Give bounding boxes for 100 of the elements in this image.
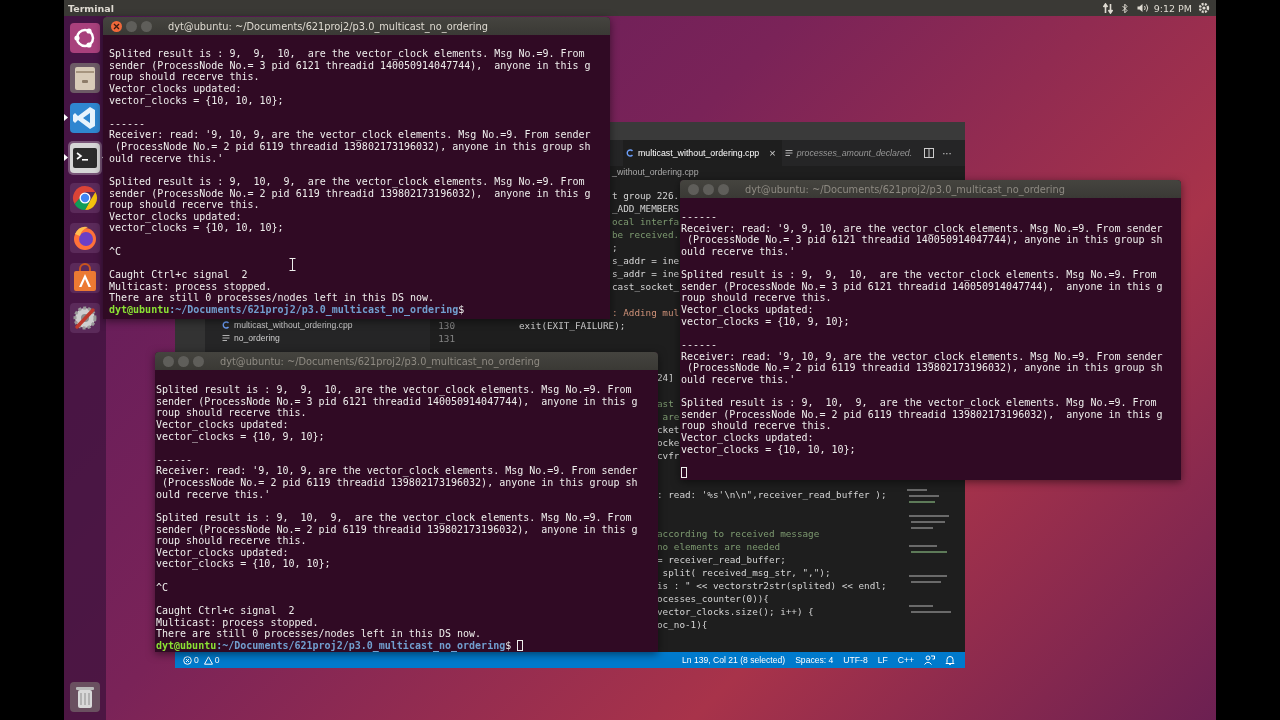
terminal-line: ------ <box>109 117 147 130</box>
terminal-line: ould recerve this.' <box>109 152 225 165</box>
split-editor-icon[interactable] <box>924 148 935 158</box>
terminal-line: ^C <box>156 581 170 594</box>
code-editor-icon <box>69 102 101 134</box>
problems-button[interactable]: 0 0 <box>183 655 220 665</box>
terminal-line: ould recerve this.' <box>681 245 797 258</box>
terminal-line: (ProcessNode No.= 2 pid 6119 threadid 139802173196032), anyone in this group sh <box>161 477 639 489</box>
trash-icon <box>69 681 101 713</box>
warning-icon <box>203 655 213 665</box>
terminal-line: Receiver: read: '9, 10, 9, are the vector_clock elements. Msg No.=9. From sender <box>109 129 592 141</box>
terminal-line: Multicast: process stopped. <box>109 280 273 293</box>
code-line: is : " << vectorstr2str(splited) << endl; <box>657 578 887 592</box>
explorer-item[interactable]: no_ordering <box>222 331 353 345</box>
status-item[interactable]: LF <box>877 655 888 665</box>
terminal-line: (ProcessNode No.= 2 pid 6119 threadid 139802173196032), anyone in this group sh <box>686 362 1164 374</box>
app-name: Terminal <box>68 2 114 14</box>
terminal-line: Splited result is : 9, 10, 9, are the vector_clock elements. Msg No.=9. From <box>109 175 586 188</box>
window-title: dyt@ubuntu: ~/Documents/621proj2/p3.0_multicast_no_ordering <box>745 183 1065 195</box>
terminal-line: roup should recerve this. <box>109 71 261 83</box>
terminal-line: Receiver: read: '9, 10, 9, are the vector_clock elements. Msg No.=9. From sender <box>156 465 639 477</box>
network-icon[interactable] <box>1102 2 1113 14</box>
code-line: ocesses_counter(0)){ <box>657 591 769 605</box>
text-cursor-icon <box>289 258 296 271</box>
clock[interactable]: 9:12 PM <box>1153 2 1192 14</box>
code-line: are <box>661 409 680 423</box>
terminal-line: sender (ProcessNode No.= 2 pid 6119 threadid 139802173196032), anyone in this g <box>681 408 1164 421</box>
terminal-line: Splited result is : 9, 10, 9, are the vector_clock elements. Msg No.=9. From <box>681 397 1158 409</box>
terminal-line: Vector_clocks updated: <box>681 431 815 444</box>
code-line: cast_socket_ <box>612 279 680 293</box>
terminal-line: sender (ProcessNode No.= 2 pid 6119 threadid 139802173196032), anyone in this g <box>156 523 639 536</box>
code-line: : read: '%s'\n\n",receiver_read_buffer ); <box>657 487 887 501</box>
terminal-line: vector_clocks = {10, 10, 10}; <box>109 94 285 107</box>
status-item[interactable]: Spaces: 4 <box>795 655 834 665</box>
terminal-line: Splited result is : 9, 9, 10, are the vector_clock elements. Msg No.=9. From <box>156 384 633 396</box>
close-button[interactable] <box>111 20 122 32</box>
terminal-line: vector_clocks = {10, 10, 10}; <box>109 222 285 234</box>
code-line: = receiver_read_buffer; <box>657 552 786 566</box>
window-title: dyt@ubuntu: ~/Documents/621proj2/p3.0_multicast_no_ordering <box>168 20 488 32</box>
terminal-line: roup should recerve this. <box>109 199 261 211</box>
terminal-line: ------ <box>681 338 719 351</box>
launcher-item[interactable] <box>68 261 102 295</box>
code-line: cvfr <box>657 448 680 462</box>
launcher-item[interactable] <box>68 301 102 335</box>
shell-prompt: dyt@ubuntu:~/Documents/621proj2/p3.0_multicast_no_ordering$ <box>109 303 465 316</box>
launcher-item[interactable] <box>68 61 102 95</box>
more-actions-button[interactable]: ··· <box>942 147 952 159</box>
terminal-line: vector_clocks = {10, 9, 10}; <box>681 315 851 328</box>
terminal-icon <box>69 142 101 174</box>
code-line: s_addr = ine <box>612 266 680 280</box>
gear-wrench-icon <box>69 302 101 334</box>
code-line: ast <box>657 396 674 410</box>
code-line: split( received_msg_str, ","); <box>661 565 831 579</box>
code-line: exit(EXIT_FAILURE); <box>519 318 626 332</box>
breadcrumb[interactable]: _without_ordering.cpp <box>612 167 699 177</box>
close-icon <box>113 22 120 30</box>
status-item[interactable]: UTF-8 <box>843 655 868 665</box>
explorer-item[interactable]: multicast_without_ordering.cpp <box>222 318 353 332</box>
bluetooth-icon[interactable] <box>1121 2 1128 14</box>
terminal-line: Caught Ctrl+c signal 2 <box>109 268 249 281</box>
terminal-line: ould recerve this.' <box>681 373 797 386</box>
code-line: cket <box>657 422 680 436</box>
browser-icon <box>69 182 101 214</box>
code-line: oc_no-1){ <box>657 617 708 631</box>
launcher-item[interactable] <box>68 181 102 215</box>
terminal-line: Receiver: read: '9, 10, 9, are the vector_clock elements. Msg No.=9. From sender <box>681 350 1164 363</box>
bell-icon[interactable] <box>945 655 955 665</box>
settings-icon[interactable] <box>1198 2 1210 14</box>
terminal-line: ------ <box>681 211 719 223</box>
launcher-item[interactable] <box>68 680 102 714</box>
feedback-icon[interactable] <box>924 655 935 665</box>
terminal-line: sender (ProcessNode No.= 3 pid 6121 threadid 140050914047744), anyone in this g <box>109 59 592 72</box>
file-type-icon <box>222 321 230 329</box>
lines-icon <box>784 149 793 157</box>
terminal-line: ^C <box>109 245 123 258</box>
terminal-line: Vector_clocks updated: <box>109 210 242 223</box>
close-tab-button[interactable]: × <box>769 147 776 159</box>
editor-tab[interactable]: multicast_without_ordering.cpp × <box>623 140 782 166</box>
editor-tab[interactable]: processes_amount_declared. <box>781 140 919 166</box>
shopping-bag-icon <box>69 262 101 294</box>
terminal-line: Splited result is : 9, 9, 10, are the vector_clock elements. Msg No.=9. From <box>681 269 1158 281</box>
code-line: : Adding mul <box>612 305 680 319</box>
code-line: _ADD_MEMBERS <box>612 201 680 215</box>
terminal-line: sender (ProcessNode No.= 3 pid 6121 threadid 140050914047744), anyone in this g <box>156 395 639 408</box>
code-line: ocal interfa <box>612 214 680 228</box>
terminal-line: Receiver: read: '9, 9, 10, are the vector_clock elements. Msg No.=9. From sender <box>681 222 1164 235</box>
code-line: ocke <box>657 435 680 449</box>
code-line: s_addr = ine <box>612 253 680 267</box>
terminal-line: ------ <box>156 453 194 466</box>
terminal-line: Vector_clocks updated: <box>156 418 290 431</box>
terminal-line: There are still 0 processes/nodes left in this DS now. <box>156 628 482 640</box>
terminal-line: ould recerve this.' <box>156 488 272 501</box>
launcher-item[interactable] <box>68 21 102 55</box>
terminal-line: (ProcessNode No.= 3 pid 6121 threadid 140050914047744), anyone in this group sh <box>686 234 1164 246</box>
lines-icon <box>222 334 230 342</box>
status-item[interactable]: C++ <box>897 655 914 665</box>
window-title: dyt@ubuntu: ~/Documents/621proj2/p3.0_multicast_no_ordering <box>220 355 540 367</box>
volume-icon[interactable] <box>1136 3 1150 13</box>
terminal-line: Vector_clocks updated: <box>681 304 815 316</box>
status-item[interactable]: Ln 139, Col 21 (8 selected) <box>681 655 786 665</box>
